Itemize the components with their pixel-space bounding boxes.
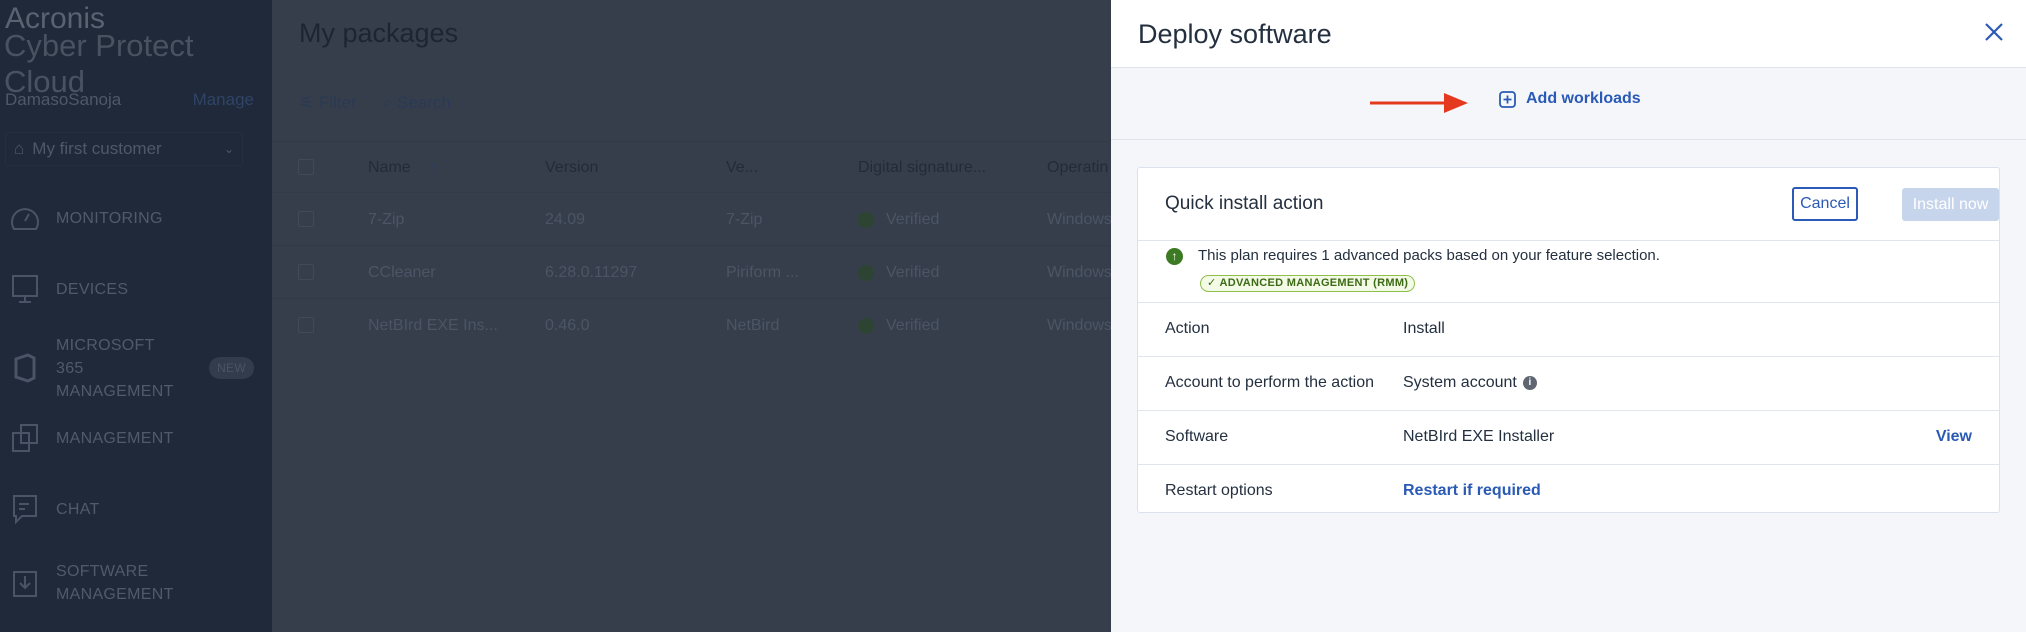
nav-microsoft-365[interactable]: MICROSOFT 365 MANAGEMENT NEW bbox=[0, 337, 272, 400]
table-row[interactable]: NetBIrd EXE Ins... 0.46.0 NetBird Verifi… bbox=[272, 300, 1112, 352]
advanced-pack-notice: This plan requires 1 advanced packs base… bbox=[1198, 247, 1660, 264]
customer-name: My first customer bbox=[32, 139, 162, 158]
nav-monitoring[interactable]: MONITORING bbox=[0, 201, 272, 235]
new-badge: NEW bbox=[209, 357, 254, 379]
nav-devices[interactable]: DEVICES bbox=[0, 272, 272, 306]
column-version[interactable]: Version bbox=[545, 142, 598, 194]
panel-title: Deploy software bbox=[1138, 19, 1332, 49]
cell-signature: Verified bbox=[858, 247, 939, 299]
chat-icon bbox=[13, 495, 37, 525]
filter-button[interactable]: ⚟ Filter bbox=[299, 93, 357, 113]
nav-label: CHAT bbox=[56, 500, 100, 518]
red-arrow-annotation bbox=[1370, 93, 1468, 113]
quick-install-card: Quick install action Cancel Install now … bbox=[1137, 167, 2000, 513]
nav-software-management[interactable]: SOFTWARE MANAGEMENT bbox=[0, 560, 272, 606]
cell-os: Windows bbox=[1047, 317, 1112, 334]
row-action: Action Install bbox=[1138, 303, 1999, 357]
row-checkbox[interactable] bbox=[298, 264, 314, 280]
row-value: System account bbox=[1403, 374, 1517, 391]
deploy-software-panel: Deploy software Add workloads Quick inst… bbox=[1111, 0, 2026, 632]
select-all-checkbox[interactable] bbox=[298, 159, 314, 175]
row-account: Account to perform the action System acc… bbox=[1138, 357, 1999, 411]
sort-up-icon: ↑ bbox=[429, 159, 438, 176]
management-icon bbox=[12, 424, 38, 452]
advanced-pack-badge: ✓ ADVANCED MANAGEMENT (RMM) bbox=[1200, 275, 1416, 292]
nav-label: DEVICES bbox=[56, 280, 129, 298]
sidebar: Acronis Cyber Protect Cloud DamasoSanoja… bbox=[0, 0, 272, 632]
cell-version: 24.09 bbox=[545, 211, 586, 228]
row-restart: Restart options Restart if required bbox=[1138, 465, 1999, 519]
nav-label: MICROSOFT 365 MANAGEMENT bbox=[56, 336, 174, 400]
row-checkbox[interactable] bbox=[298, 317, 314, 333]
row-checkbox[interactable] bbox=[298, 211, 314, 227]
cell-name: NetBIrd EXE Ins... bbox=[368, 317, 498, 334]
search-icon: ⌕ bbox=[382, 93, 393, 112]
cell-signature: Verified bbox=[858, 300, 939, 352]
add-workloads-button[interactable]: Add workloads bbox=[1499, 90, 1641, 108]
software-download-icon bbox=[13, 571, 37, 597]
manage-link[interactable]: Manage bbox=[193, 90, 254, 110]
chevron-down-icon: ⌄ bbox=[223, 142, 234, 156]
page-title: My packages bbox=[299, 18, 459, 48]
check-circle-icon bbox=[858, 211, 874, 228]
nav-management[interactable]: MANAGEMENT bbox=[0, 421, 272, 455]
cell-signature: Verified bbox=[858, 194, 939, 246]
cell-vendor: NetBird bbox=[726, 317, 780, 334]
building-icon: ⌂ bbox=[14, 139, 25, 158]
card-title: Quick install action bbox=[1165, 193, 1324, 214]
office-icon bbox=[14, 353, 36, 383]
filter-label: Filter bbox=[318, 93, 357, 112]
row-value: NetBIrd EXE Installer bbox=[1403, 428, 1555, 445]
row-label: Software bbox=[1165, 428, 1229, 445]
plus-square-icon bbox=[1499, 90, 1516, 108]
cell-version: 0.46.0 bbox=[545, 317, 590, 334]
row-software: Software NetBIrd EXE Installer View bbox=[1138, 411, 1999, 465]
column-signature[interactable]: Digital signature... bbox=[858, 142, 986, 194]
nav-label: MONITORING bbox=[56, 209, 163, 227]
search-label: Search bbox=[397, 93, 451, 112]
table-header: Name ↑ Version Ve... Digital signature..… bbox=[272, 141, 1111, 193]
cell-name: 7-Zip bbox=[368, 211, 405, 228]
column-os[interactable]: Operatin bbox=[1047, 142, 1108, 194]
check-circle-icon bbox=[858, 317, 874, 334]
arrow-up-circle-icon: ↑ bbox=[1166, 248, 1183, 265]
close-icon[interactable] bbox=[1980, 18, 2008, 46]
cell-vendor: Piriform ... bbox=[726, 264, 799, 281]
table-row[interactable]: CCleaner 6.28.0.11297 Piriform ... Verif… bbox=[272, 247, 1112, 299]
cancel-button[interactable]: Cancel bbox=[1792, 187, 1858, 221]
row-label: Action bbox=[1165, 320, 1210, 337]
monitor-icon bbox=[12, 275, 38, 303]
table-row[interactable]: 7-Zip 24.09 7-Zip Verified Windows bbox=[272, 194, 1112, 246]
cell-os: Windows bbox=[1047, 211, 1112, 228]
cell-name: CCleaner bbox=[368, 264, 436, 281]
install-now-button[interactable]: Install now bbox=[1902, 188, 1999, 221]
customer-selector[interactable]: ⌂ My first customer ⌄ bbox=[5, 132, 243, 166]
restart-options-link[interactable]: Restart if required bbox=[1403, 482, 1541, 500]
view-software-link[interactable]: View bbox=[1936, 428, 1972, 446]
nav-chat[interactable]: CHAT bbox=[0, 492, 272, 526]
nav-label: MANAGEMENT bbox=[56, 429, 174, 447]
row-label: Account to perform the action bbox=[1165, 374, 1374, 391]
row-value: Install bbox=[1403, 320, 1445, 337]
info-icon[interactable]: i bbox=[1522, 376, 1537, 390]
cell-vendor: 7-Zip bbox=[726, 211, 763, 228]
gauge-icon bbox=[11, 208, 39, 230]
cell-version: 6.28.0.11297 bbox=[545, 264, 638, 281]
row-label: Restart options bbox=[1165, 482, 1273, 499]
column-vendor[interactable]: Ve... bbox=[726, 142, 758, 194]
column-name[interactable]: Name ↑ bbox=[368, 142, 437, 194]
user-name: DamasoSanoja bbox=[5, 90, 122, 109]
search-button[interactable]: ⌕ Search bbox=[383, 93, 451, 113]
nav-label: SOFTWARE MANAGEMENT bbox=[56, 563, 174, 603]
packages-page: My packages ⚟ Filter ⌕ Search Name ↑ Ver… bbox=[272, 0, 1112, 632]
cell-os: Windows bbox=[1047, 264, 1112, 281]
add-workloads-label: Add workloads bbox=[1526, 90, 1641, 107]
check-circle-icon bbox=[858, 264, 874, 281]
